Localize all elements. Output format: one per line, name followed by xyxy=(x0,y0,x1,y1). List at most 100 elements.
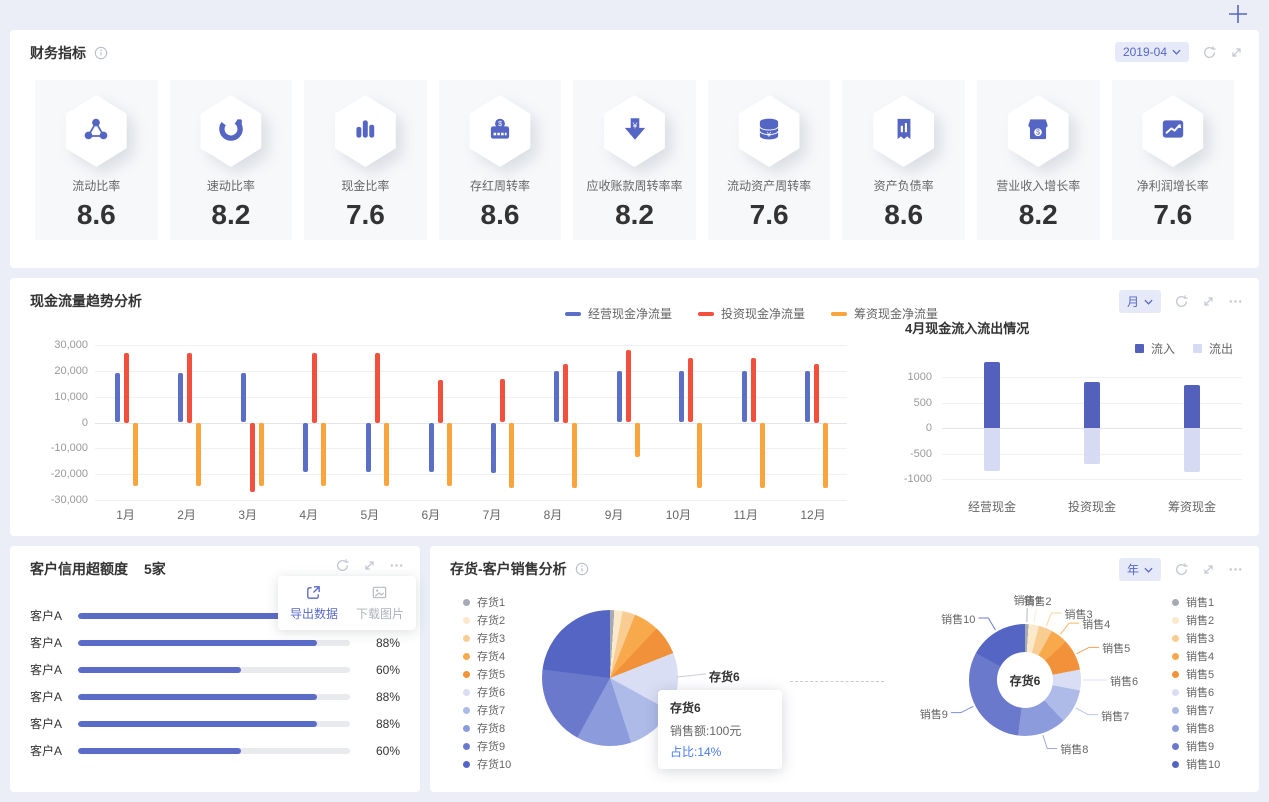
data-bar[interactable] xyxy=(124,352,130,423)
metric-card[interactable]: ¥ 流动资产周转率 7.6 xyxy=(707,80,831,240)
donut-legend-item[interactable]: 销售8 xyxy=(1172,719,1220,737)
data-bar[interactable] xyxy=(240,373,246,423)
donut-legend-item[interactable]: 销售2 xyxy=(1172,611,1220,629)
donut-legend-item[interactable]: 销售3 xyxy=(1172,629,1220,647)
outflow-bar[interactable] xyxy=(984,428,1000,472)
data-bar[interactable] xyxy=(312,352,318,423)
data-bar[interactable] xyxy=(428,422,434,472)
refresh-icon[interactable] xyxy=(335,558,350,573)
donut-legend-item[interactable]: 销售9 xyxy=(1172,737,1220,755)
expand-icon[interactable] xyxy=(1202,295,1215,308)
metric-card[interactable]: 净利润增长率 7.6 xyxy=(1111,80,1235,240)
pie-legend-item[interactable]: 存货1 xyxy=(463,593,511,611)
data-bar[interactable] xyxy=(634,422,640,458)
pie-legend-item[interactable]: 存货5 xyxy=(463,665,511,683)
donut-legend-item[interactable]: 销售7 xyxy=(1172,701,1220,719)
inflow-bar[interactable] xyxy=(984,361,1000,428)
data-bar[interactable] xyxy=(822,422,828,489)
pie-legend-item[interactable]: 存货4 xyxy=(463,647,511,665)
data-bar[interactable] xyxy=(383,422,389,486)
bar-fill[interactable] xyxy=(78,639,318,646)
pie-legend-item[interactable]: 存货9 xyxy=(463,737,511,755)
metric-card[interactable]: ¥ 应收账款周转率率 8.2 xyxy=(573,80,696,240)
donut-legend-item[interactable]: 销售1 xyxy=(1172,593,1220,611)
expand-icon[interactable] xyxy=(1230,46,1243,59)
refresh-icon[interactable] xyxy=(1174,562,1189,577)
metric-card[interactable]: $ 存红周转率 8.6 xyxy=(438,80,562,240)
data-bar[interactable] xyxy=(133,422,139,486)
legend-item[interactable]: 投资现金净流量 xyxy=(698,305,805,322)
data-bar[interactable] xyxy=(616,370,622,423)
download-image-button[interactable]: 下载图片 xyxy=(356,584,404,622)
data-bar[interactable] xyxy=(365,422,371,472)
data-bar[interactable] xyxy=(697,422,703,489)
donut-legend-item[interactable]: 销售4 xyxy=(1172,647,1220,665)
more-icon[interactable] xyxy=(1228,294,1243,309)
y-tick-label: -20,000 xyxy=(50,468,88,481)
data-bar[interactable] xyxy=(303,422,309,472)
metric-card[interactable]: 速动比率 8.2 xyxy=(169,80,293,240)
info-icon[interactable] xyxy=(575,562,589,576)
data-bar[interactable] xyxy=(249,422,255,493)
data-bar[interactable] xyxy=(509,422,515,489)
donut-legend-item[interactable]: 销售5 xyxy=(1172,665,1220,683)
data-bar[interactable] xyxy=(553,370,559,423)
data-bar[interactable] xyxy=(491,422,497,473)
data-bar[interactable] xyxy=(446,422,452,486)
data-bar[interactable] xyxy=(804,370,810,423)
bar-fill[interactable] xyxy=(78,720,318,727)
data-bar[interactable] xyxy=(186,352,192,423)
more-icon[interactable] xyxy=(1228,562,1243,577)
period-dropdown[interactable]: 月 xyxy=(1118,290,1161,313)
legend-item[interactable]: 流出 xyxy=(1192,340,1233,357)
refresh-icon[interactable] xyxy=(1202,45,1217,60)
add-widget-button[interactable] xyxy=(1227,3,1249,30)
data-bar[interactable] xyxy=(195,422,201,486)
data-bar[interactable] xyxy=(258,422,264,486)
expand-icon[interactable] xyxy=(1202,563,1215,576)
bar-fill[interactable] xyxy=(78,666,242,673)
pie-legend-item[interactable]: 存货10 xyxy=(463,755,511,773)
metric-card[interactable]: $ 营业收入增长率 8.2 xyxy=(976,80,1100,240)
data-bar[interactable] xyxy=(741,370,747,423)
info-icon[interactable] xyxy=(94,46,108,60)
legend-item[interactable]: 流入 xyxy=(1134,340,1175,357)
data-bar[interactable] xyxy=(115,373,121,423)
data-bar[interactable] xyxy=(500,378,506,423)
data-bar[interactable] xyxy=(688,357,694,423)
metric-card[interactable]: 流动比率 8.6 xyxy=(35,80,158,240)
pie-legend-item[interactable]: 存货7 xyxy=(463,701,511,719)
data-bar[interactable] xyxy=(177,373,183,423)
donut-legend-item[interactable]: 销售10 xyxy=(1172,755,1220,773)
bar-fill[interactable] xyxy=(78,747,242,754)
inflow-bar[interactable] xyxy=(1084,382,1100,428)
data-bar[interactable] xyxy=(562,364,568,423)
outflow-bar[interactable] xyxy=(1184,428,1200,473)
metric-card[interactable]: 现金比率 7.6 xyxy=(304,80,427,240)
outflow-bar[interactable] xyxy=(1084,428,1100,464)
expand-icon[interactable] xyxy=(363,559,376,572)
data-bar[interactable] xyxy=(571,422,577,489)
trend-legend: 经营现金净流量 投资现金净流量 筹资现金净流量 xyxy=(565,305,938,322)
data-bar[interactable] xyxy=(679,370,685,423)
data-bar[interactable] xyxy=(321,422,327,486)
period-dropdown[interactable]: 2019-04 xyxy=(1114,42,1189,62)
refresh-icon[interactable] xyxy=(1174,294,1189,309)
data-bar[interactable] xyxy=(750,357,756,423)
pie-legend-item[interactable]: 存货6 xyxy=(463,683,511,701)
donut-legend-item[interactable]: 销售6 xyxy=(1172,683,1220,701)
data-bar[interactable] xyxy=(813,364,819,423)
data-bar[interactable] xyxy=(625,350,631,423)
export-data-button[interactable]: 导出数据 xyxy=(290,584,338,622)
data-bar[interactable] xyxy=(374,352,380,423)
inflow-bar[interactable] xyxy=(1184,384,1200,428)
metric-card[interactable]: 资产负债率 8.6 xyxy=(842,80,965,240)
bar-fill[interactable] xyxy=(78,693,318,700)
pie-legend-item[interactable]: 存货2 xyxy=(463,611,511,629)
pie-legend-item[interactable]: 存货8 xyxy=(463,719,511,737)
pie-legend-item[interactable]: 存货3 xyxy=(463,629,511,647)
data-bar[interactable] xyxy=(437,379,443,423)
legend-item[interactable]: 经营现金净流量 xyxy=(565,305,672,322)
data-bar[interactable] xyxy=(759,422,765,489)
more-icon[interactable] xyxy=(389,558,404,573)
